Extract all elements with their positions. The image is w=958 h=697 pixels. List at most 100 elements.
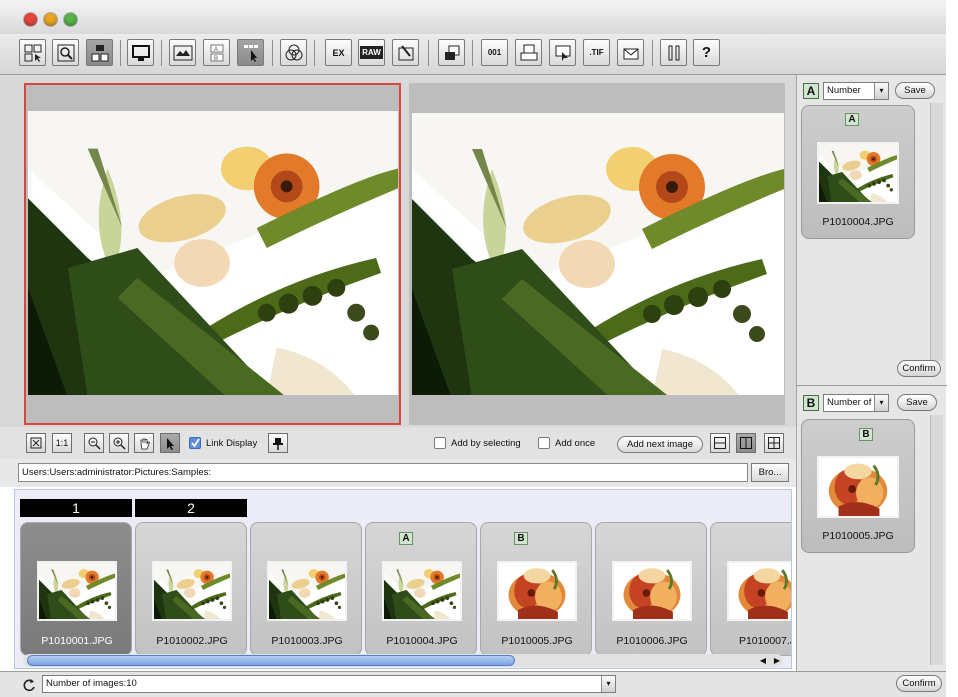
group-a-scrollbar[interactable] — [930, 103, 943, 361]
group-a-label: A — [803, 83, 819, 99]
raw-icon: RAW — [360, 46, 383, 59]
exif-button[interactable]: EX — [325, 39, 352, 66]
add-once-checkbox[interactable] — [538, 437, 550, 449]
preview-view-button[interactable] — [52, 39, 79, 66]
zoom-in-button[interactable] — [109, 433, 129, 453]
add-by-selecting-label: Add by selecting — [451, 437, 521, 449]
toolbar-separator — [314, 40, 315, 66]
group-b-save-button[interactable]: Save — [897, 394, 937, 411]
thumbnail-card[interactable]: P1010003.JPG — [250, 522, 362, 656]
edit-button[interactable] — [392, 39, 419, 66]
thumbnail-card[interactable]: P1010006.JPG — [595, 522, 707, 656]
pin-icon — [273, 437, 283, 450]
thumbnail-badge: A — [399, 532, 413, 545]
print-icon — [520, 44, 537, 60]
tools-icon — [668, 45, 679, 60]
thumbnail-label: P1010004.JPG — [386, 635, 458, 647]
thumbnail-card[interactable]: P1010001.JPG — [20, 522, 132, 656]
right-preview-pane[interactable] — [409, 83, 785, 425]
thumbnail-label: P1010007.J — [738, 635, 792, 647]
refresh-button[interactable] — [20, 676, 38, 693]
add-next-image-label: Add next image — [626, 439, 693, 450]
preview-view-icon — [57, 44, 74, 61]
group-a-save-label: Save — [904, 85, 926, 96]
group-a-card-badge: A — [845, 113, 859, 126]
split-view-button[interactable] — [86, 39, 113, 66]
add-by-selecting-checkbox[interactable] — [434, 437, 446, 449]
horizontal-scrollbar-track[interactable]: ◀ ▶ — [23, 654, 783, 667]
mail-button[interactable] — [617, 39, 644, 66]
exif-icon: EX — [332, 47, 345, 58]
minimize-window-button[interactable] — [44, 13, 57, 26]
print-button[interactable] — [515, 39, 542, 66]
raw-button[interactable]: RAW — [358, 39, 385, 66]
thumbnail-card[interactable]: P1010007.J — [710, 522, 792, 656]
close-window-button[interactable] — [24, 13, 37, 26]
group-a-card-label: P1010004.JPG — [822, 216, 894, 228]
thumbnail-view-button[interactable] — [19, 39, 46, 66]
thumbnail-card[interactable]: A P1010004.JPG — [365, 522, 477, 656]
compare-ab-icon: AB — [210, 44, 223, 62]
column-header-1: 1 — [20, 499, 132, 517]
svg-text:B: B — [214, 56, 218, 62]
group-b-scrollbar[interactable] — [930, 415, 943, 665]
tools-button[interactable] — [660, 39, 687, 66]
add-by-selecting-option[interactable]: Add by selecting — [434, 437, 521, 449]
hand-icon — [140, 438, 150, 449]
horizontal-scrollbar-thumb[interactable] — [27, 655, 515, 666]
pointer-tool-button[interactable] — [160, 433, 180, 453]
image-viewer — [0, 75, 796, 427]
left-preview-pane[interactable] — [24, 83, 401, 425]
layout-vertical-button[interactable] — [736, 433, 756, 453]
thumbnail-image — [727, 561, 791, 621]
column-header-2: 2 — [135, 499, 247, 517]
toolbar-separator — [652, 40, 653, 66]
confirm-bottom-button[interactable]: Confirm — [896, 675, 942, 692]
filmstrip-button[interactable] — [169, 39, 196, 66]
pin-button[interactable] — [268, 433, 288, 453]
zoom-out-button[interactable] — [84, 433, 104, 453]
svg-text:A: A — [214, 47, 218, 53]
select-mode-button[interactable] — [237, 39, 264, 66]
link-display-option[interactable]: Link Display — [189, 437, 257, 449]
scroll-left-arrow-icon[interactable]: ◀ — [757, 655, 769, 666]
group-b-card-thumbnail — [817, 456, 899, 518]
group-b-card[interactable]: B P1010005.JPG — [801, 419, 915, 553]
full-screen-button[interactable] — [127, 39, 154, 66]
hand-tool-button[interactable] — [134, 433, 154, 453]
group-a-sort-select[interactable]: Number ▾ — [823, 82, 889, 100]
refresh-icon — [23, 678, 35, 691]
group-a-confirm-label: Confirm — [902, 363, 936, 374]
color-adjust-button[interactable] — [280, 39, 307, 66]
group-a-card-thumbnail — [817, 142, 899, 204]
mail-icon — [623, 48, 638, 59]
scroll-right-arrow-icon[interactable]: ▶ — [771, 655, 783, 666]
add-next-image-button[interactable]: Add next image — [617, 436, 703, 453]
fit-window-button[interactable] — [26, 433, 46, 453]
group-a-card[interactable]: A P1010004.JPG — [801, 105, 915, 239]
thumbnail-card[interactable]: P1010002.JPG — [135, 522, 247, 656]
compare-ab-button[interactable]: AB — [203, 39, 230, 66]
main-toolbar: AB EX RAW 001 .TIF ? — [0, 34, 946, 75]
add-once-option[interactable]: Add once — [538, 437, 595, 449]
link-display-checkbox[interactable] — [189, 437, 201, 449]
group-b-sort-value: Number of — [827, 397, 872, 408]
thumbnail-card[interactable]: B P1010005.JPG — [480, 522, 592, 656]
image-count-select[interactable]: Number of images:10 ▾ — [42, 675, 616, 693]
group-a-save-button[interactable]: Save — [895, 82, 935, 99]
zoom-in-icon — [113, 437, 126, 450]
browse-button[interactable]: Bro... — [751, 463, 789, 482]
group-b-sort-select[interactable]: Number of ▾ — [823, 394, 889, 412]
split-view-icon — [91, 44, 108, 61]
group-a-confirm-button[interactable]: Confirm — [897, 360, 941, 377]
file-info-button[interactable] — [438, 39, 465, 66]
layout-grid-button[interactable] — [764, 433, 784, 453]
actual-size-button[interactable]: 1:1 — [52, 433, 72, 453]
slideshow-button[interactable] — [549, 39, 576, 66]
convert-button[interactable]: .TIF — [583, 39, 610, 66]
rename-button[interactable]: 001 — [481, 39, 508, 66]
folder-path-field[interactable]: Users:Users:administrator:Pictures:Sampl… — [18, 463, 748, 482]
help-button[interactable]: ? — [693, 39, 720, 66]
layout-horizontal-button[interactable] — [710, 433, 730, 453]
zoom-window-button[interactable] — [64, 13, 77, 26]
